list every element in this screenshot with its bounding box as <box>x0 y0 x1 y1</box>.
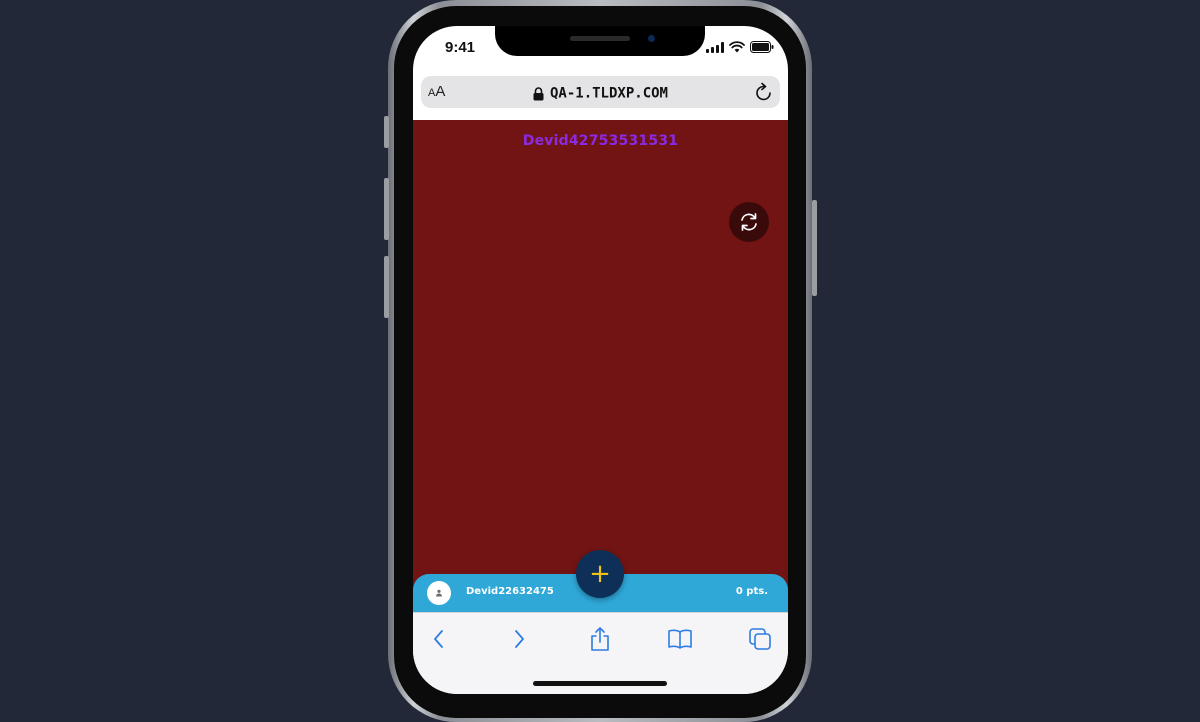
player-name: Devid22632475 <box>466 586 554 597</box>
back-button[interactable] <box>424 624 454 654</box>
camera <box>648 35 655 42</box>
status-time: 9:41 <box>445 39 476 56</box>
side-button-volume-down <box>384 256 389 318</box>
player-points: 0 pts. <box>735 586 768 597</box>
tabs-button[interactable] <box>745 624 775 654</box>
book-icon <box>668 629 692 649</box>
add-button[interactable]: + <box>576 550 624 598</box>
share-icon <box>591 627 609 651</box>
side-button-volume-up <box>384 178 389 240</box>
forward-button[interactable] <box>504 624 534 654</box>
refresh-button[interactable] <box>729 202 769 242</box>
signal-icon <box>706 41 724 53</box>
page-title: Devid42753531531 <box>522 133 679 149</box>
tabs-icon <box>749 628 771 650</box>
speaker <box>570 36 630 41</box>
side-button-power <box>812 200 817 296</box>
game-page: Devid42753531531 <box>413 120 788 610</box>
address-bar[interactable]: AA QA-1.TLDXP.COM <box>421 76 780 108</box>
refresh-icon <box>741 213 757 231</box>
side-button-silent <box>384 116 389 148</box>
wifi-icon <box>729 41 745 53</box>
chevron-left-icon <box>434 630 443 648</box>
url-text: QA-1.TLDXP.COM <box>549 85 668 102</box>
chevron-right-icon <box>515 630 524 648</box>
avatar[interactable] <box>427 581 451 605</box>
bookmarks-button[interactable] <box>665 624 695 654</box>
notch <box>495 26 705 56</box>
share-button[interactable] <box>585 624 615 654</box>
lock-icon <box>533 86 544 100</box>
reload-icon[interactable] <box>754 81 774 103</box>
phone-screen: 9:41 AA QA-1.TLDXP.COM Devid42753531531 … <box>413 26 788 694</box>
status-icons <box>706 41 774 53</box>
user-icon <box>436 589 442 597</box>
url-display[interactable]: QA-1.TLDXP.COM <box>421 83 780 102</box>
battery-icon <box>750 41 774 53</box>
home-indicator <box>533 681 667 686</box>
